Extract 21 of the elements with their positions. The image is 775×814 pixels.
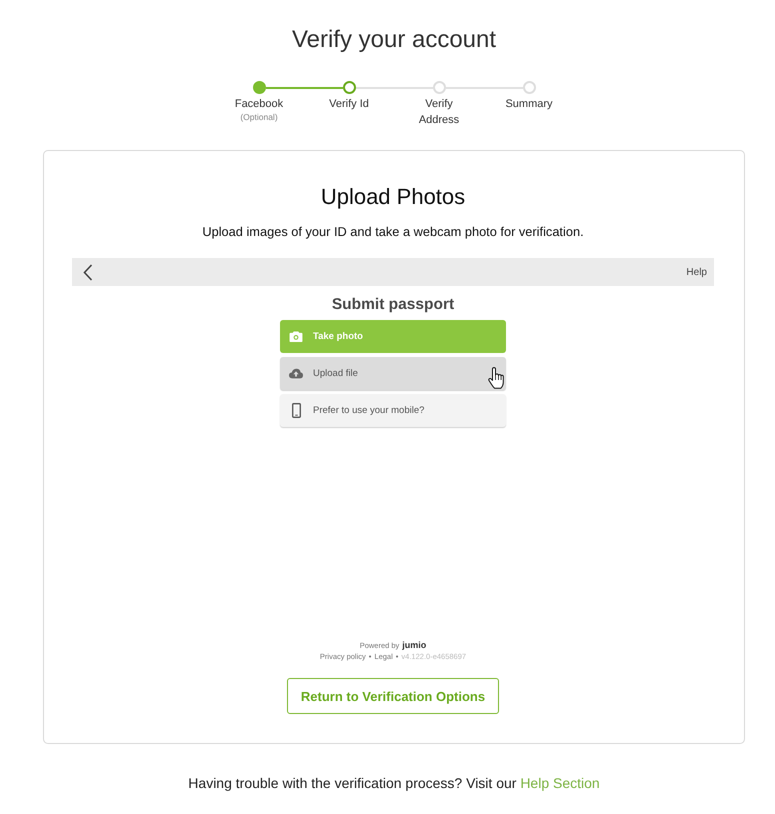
back-icon[interactable] xyxy=(83,264,93,280)
step-note: (Optional) xyxy=(240,112,278,122)
step-label: Verify Id xyxy=(329,97,369,112)
page-title: Verify your account xyxy=(292,26,496,54)
card-title: Upload Photos xyxy=(320,184,466,210)
card-subtitle: Upload images of your ID and take a webcam photo for verification. xyxy=(202,223,584,241)
return-button[interactable]: Return to Verification Options xyxy=(286,678,500,714)
step-label: Verify Address xyxy=(418,97,460,128)
upload-file-button[interactable]: Upload file xyxy=(280,357,506,390)
help-section-link[interactable]: Help Section xyxy=(520,775,600,791)
camera-icon xyxy=(289,331,303,342)
mobile-option-button[interactable]: Prefer to use your mobile? xyxy=(280,394,506,427)
phone-icon xyxy=(292,403,301,418)
cloud-upload-icon xyxy=(289,368,303,379)
hand-cursor-icon xyxy=(488,367,504,389)
step-label: Facebook xyxy=(234,97,284,112)
widget-heading: Submit passport xyxy=(332,295,454,315)
step-label: Summary xyxy=(505,97,553,112)
brand-logo: jumio xyxy=(402,640,426,651)
help-link[interactable]: Help xyxy=(686,266,707,278)
help-note: Having trouble with the verification process? Visit our Help Section xyxy=(188,774,600,792)
